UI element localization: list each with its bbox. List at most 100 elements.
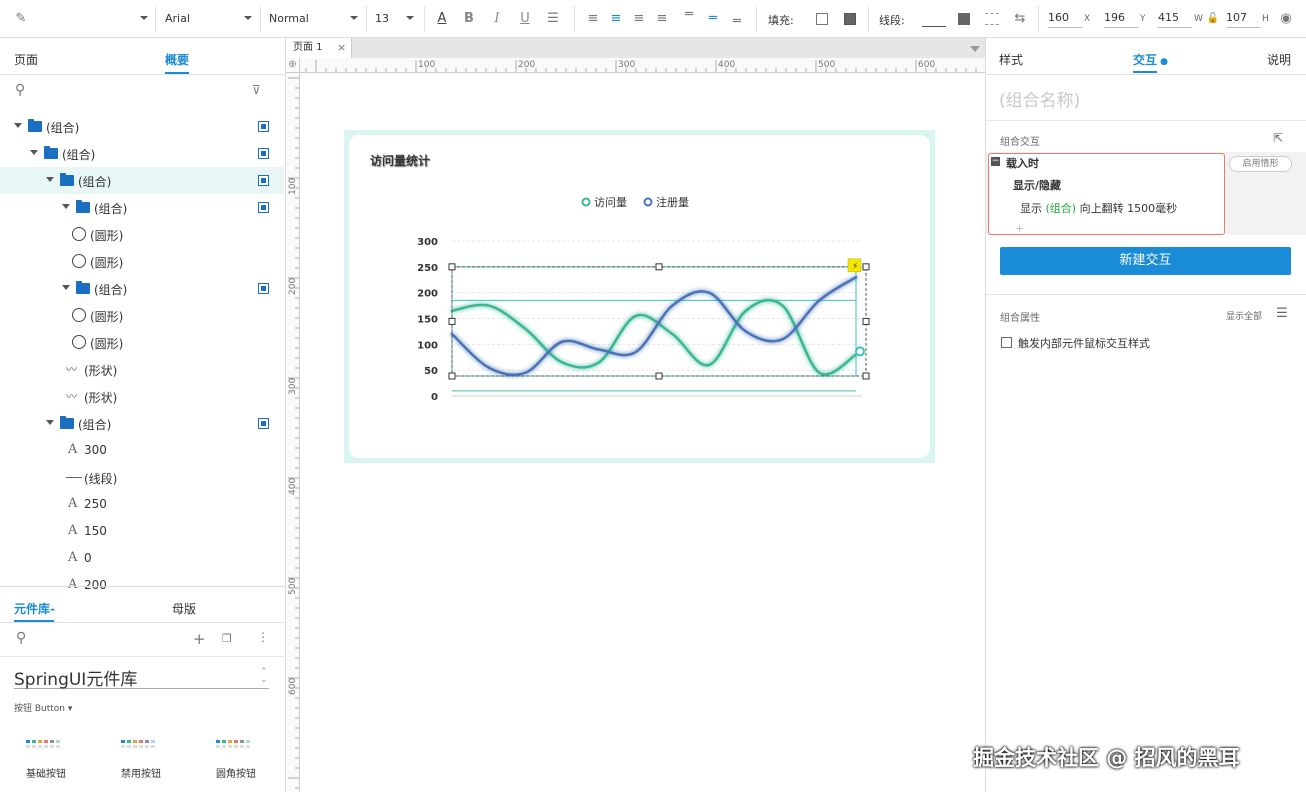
visibility-toggle[interactable] <box>258 175 269 186</box>
h-input[interactable]: 107 <box>1226 10 1260 28</box>
group-name-input[interactable]: (组合名称) <box>999 86 1080 111</box>
tree-item-text[interactable]: A0 <box>0 545 284 572</box>
font-weight-caret[interactable] <box>350 16 358 20</box>
tree-item-text[interactable]: A 150 <box>0 518 284 545</box>
tab-interaction[interactable]: 交互 ● <box>1133 51 1168 68</box>
library-copy-icon[interactable]: ❐ <box>222 632 232 645</box>
stroke-pattern-icon[interactable] <box>985 13 999 25</box>
page-menu-caret[interactable] <box>970 46 980 52</box>
valign-bottom-icon[interactable]: ═ <box>728 13 746 31</box>
tree-item-line[interactable]: (线段) <box>0 464 284 491</box>
align-justify-icon[interactable]: ≡ <box>653 10 671 28</box>
filter-icon[interactable]: ⊽ <box>252 83 261 97</box>
visibility-toggle[interactable] <box>258 148 269 159</box>
action-label[interactable]: 显示/隐藏 <box>1013 177 1061 193</box>
bullet-list-icon[interactable]: ☰ <box>544 10 562 28</box>
lock-icon[interactable]: 🔓 <box>1204 10 1222 28</box>
tree-item-label: (组合) <box>78 418 112 432</box>
show-all-link[interactable]: 显示全部 <box>1226 309 1262 322</box>
visibility-toggle[interactable] <box>258 202 269 213</box>
font-family-caret[interactable] <box>244 16 252 20</box>
tree-item-shape[interactable]: 〰 (形状) <box>0 383 284 410</box>
library-search-icon[interactable]: ⚲ <box>16 630 26 646</box>
font-weight-select[interactable]: Normal <box>269 12 309 25</box>
event-label[interactable]: 载入时 <box>1006 155 1039 171</box>
valign-middle-icon[interactable]: ═ <box>704 10 722 28</box>
tree-item-circle[interactable]: (圆形) <box>0 248 284 275</box>
legend-marker <box>581 197 591 207</box>
font-size-caret[interactable] <box>406 16 414 20</box>
close-icon[interactable]: × <box>337 38 346 58</box>
stroke-width-swatch[interactable] <box>958 13 970 25</box>
visibility-toggle[interactable] <box>258 121 269 132</box>
page-tab[interactable]: 页面 1 × <box>286 38 352 58</box>
tree-item-group[interactable]: (组合) <box>0 167 284 194</box>
tab-pages[interactable]: 页面 <box>14 51 38 68</box>
format-painter-icon[interactable]: ✎ <box>12 10 30 28</box>
font-family-select[interactable]: Arial <box>165 12 190 25</box>
library-select[interactable]: SpringUI元件库 <box>14 665 269 690</box>
line-chart[interactable]: 访问量 注册量 300 250 200 150 100 50 0 ⚡ <box>406 188 886 408</box>
align-center-icon[interactable]: ≡ <box>607 10 625 28</box>
italic-icon[interactable]: I <box>488 10 506 28</box>
tree-item-group[interactable]: (组合) <box>0 410 284 437</box>
add-action-icon[interactable]: + <box>1015 222 1024 235</box>
new-interaction-button[interactable]: 新建交互 <box>1000 247 1291 275</box>
ruler-label: 100 <box>418 60 435 70</box>
underline-icon[interactable]: U <box>516 10 534 28</box>
stroke-color-swatch[interactable] <box>922 26 946 27</box>
x-input[interactable]: 160 <box>1048 10 1082 28</box>
align-left-icon[interactable]: ≡ <box>584 10 602 28</box>
category-label[interactable]: 按钮 Button ▾ <box>14 701 72 714</box>
chevron-down-icon[interactable] <box>46 420 54 425</box>
interaction-expand-icon[interactable]: ⇱ <box>1273 131 1283 145</box>
tree-item-shape[interactable]: 〰 (形状) <box>0 356 284 383</box>
tree-item-group[interactable]: (组合) <box>0 140 284 167</box>
bold-icon[interactable]: B <box>460 10 478 28</box>
chevron-down-icon[interactable] <box>62 285 70 290</box>
tab-style[interactable]: 样式 <box>999 51 1023 68</box>
tab-outline[interactable]: 概要 <box>165 51 189 68</box>
add-library-icon[interactable]: + <box>193 630 206 648</box>
search-icon[interactable]: ⚲ <box>15 82 25 98</box>
visibility-toggle[interactable] <box>258 283 269 294</box>
tree-item-group[interactable]: (组合) <box>0 275 284 302</box>
tab-library[interactable]: 元件库- <box>14 600 55 617</box>
fill-color-swatch[interactable] <box>816 13 828 25</box>
valign-top-icon[interactable]: ═ <box>680 6 698 24</box>
tree-item-group[interactable]: (组合) <box>0 194 284 221</box>
tree-item-text[interactable]: A 250 <box>0 491 284 518</box>
align-right-icon[interactable]: ≡ <box>630 10 648 28</box>
eye-icon[interactable]: ◉ <box>1277 10 1295 28</box>
resize-handle <box>862 372 870 380</box>
page-tab-label: 页面 1 <box>293 42 323 53</box>
tab-masters[interactable]: 母版 <box>172 600 196 617</box>
tree-item-text[interactable]: A 300 <box>0 437 284 464</box>
font-color-icon[interactable]: A <box>433 10 451 28</box>
chevron-down-icon[interactable] <box>46 177 54 182</box>
w-input[interactable]: 415 <box>1158 10 1192 28</box>
shadow-swatch[interactable] <box>844 13 856 25</box>
style-dropdown-caret[interactable] <box>140 16 148 20</box>
tab-notes[interactable]: 说明 <box>1267 51 1291 68</box>
library-more-icon[interactable]: ⋮ <box>257 630 269 644</box>
tree-item-group[interactable]: (组合) <box>0 113 284 140</box>
tree-item-circle[interactable]: (圆形) <box>0 302 284 329</box>
arrow-style-icon[interactable]: ⇆ <box>1011 10 1029 28</box>
enable-case-button[interactable]: 启用情形 <box>1229 156 1292 172</box>
chevron-down-icon[interactable] <box>30 150 38 155</box>
collapse-icon[interactable]: − <box>991 157 1000 166</box>
visibility-toggle[interactable] <box>258 418 269 429</box>
canvas-area[interactable]: 页面 1 × ⊕ 100 200 300 400 500 600 100 200 300 400… <box>286 38 985 792</box>
font-size-select[interactable]: 13 <box>375 12 389 25</box>
menu-icon[interactable]: ☰ <box>1276 306 1288 321</box>
tree-item-circle[interactable]: (圆形) <box>0 221 284 248</box>
chevron-down-icon[interactable] <box>14 123 22 128</box>
ruler-corner-icon[interactable]: ⊕ <box>286 58 300 73</box>
trigger-checkbox[interactable] <box>1001 337 1012 348</box>
y-input[interactable]: 196 <box>1104 10 1138 28</box>
action-detail[interactable]: 显示 (组合) 向上翻转 1500毫秒 <box>1020 200 1177 216</box>
library-select-caret[interactable]: ⌃ ⌄ <box>260 668 268 685</box>
tree-item-circle[interactable]: (圆形) <box>0 329 284 356</box>
chevron-down-icon[interactable] <box>62 204 70 209</box>
